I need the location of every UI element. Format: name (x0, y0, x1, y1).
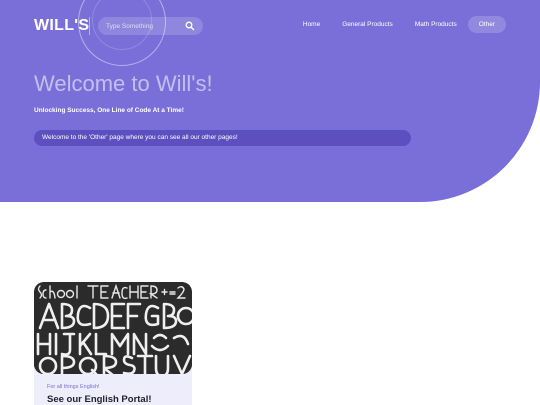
card-tag: For all things English! (47, 384, 100, 390)
site-logo[interactable]: WILL'S (34, 16, 89, 36)
search-icon[interactable] (185, 21, 195, 31)
search-box[interactable] (98, 17, 203, 35)
english-portal-card[interactable]: For all things English! See our English … (34, 282, 192, 405)
chalkboard-illustration (34, 282, 192, 374)
chalkboard-image (34, 282, 192, 374)
nav-home[interactable]: Home (292, 16, 331, 33)
hero-section: WILL'S Home General Products Math Produc… (0, 0, 540, 202)
nav-other[interactable]: Other (467, 16, 506, 33)
nav-general-products[interactable]: General Products (331, 16, 404, 33)
nav-math-products[interactable]: Math Products (404, 16, 468, 33)
card-title[interactable]: See our English Portal! (47, 393, 152, 405)
info-banner: Welcome to the 'Other' page where you ca… (34, 130, 411, 146)
page-title: Welcome to Will's! (34, 71, 213, 96)
page-subtitle: Unlocking Success, One Line of Code At a… (34, 107, 184, 114)
logo-divider (89, 17, 90, 35)
search-input[interactable] (98, 17, 178, 35)
main-nav: Home General Products Math Products Othe… (292, 16, 506, 33)
